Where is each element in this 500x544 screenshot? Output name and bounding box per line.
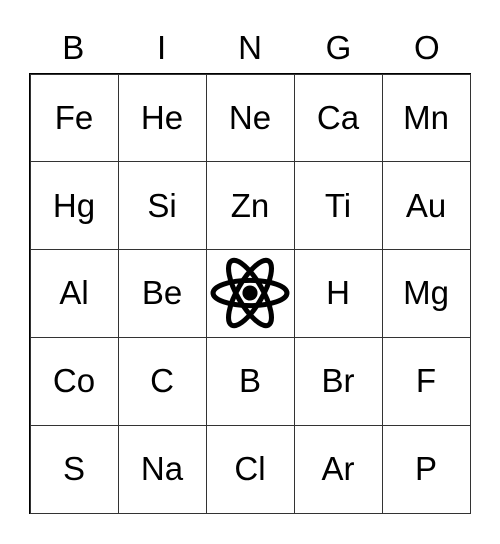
bingo-header: B I N G O — [29, 26, 471, 70]
header-letter-b: B — [62, 29, 85, 66]
bingo-cell[interactable]: H — [293, 249, 383, 338]
bingo-cell[interactable]: Al — [29, 249, 119, 338]
bingo-cell[interactable]: S — [29, 424, 119, 514]
bingo-card: Fe He Ne Ca Mn Hg Si Zn Ti Au Al Be H Mg Co C B Br F S Na Cl A… — [29, 73, 471, 514]
header-letter-o: O — [413, 29, 440, 66]
bingo-cell[interactable]: Mg — [381, 249, 471, 338]
bingo-cell[interactable]: Cl — [205, 424, 295, 514]
bingo-cell[interactable]: Si — [117, 161, 207, 251]
bingo-cell[interactable]: F — [381, 336, 471, 426]
bingo-cell[interactable]: Be — [117, 249, 207, 338]
bingo-cell[interactable]: Na — [117, 424, 207, 514]
bingo-cell[interactable]: B — [205, 336, 295, 426]
bingo-cell[interactable]: Zn — [205, 161, 295, 251]
bingo-cell[interactable]: Ar — [293, 424, 383, 514]
bingo-cell[interactable]: P — [381, 424, 471, 514]
header-letter-n: N — [238, 29, 262, 66]
header-letter-i: I — [157, 29, 167, 66]
bingo-cell[interactable]: Mn — [381, 73, 471, 163]
atom-icon — [210, 258, 290, 329]
free-space-cell[interactable] — [205, 249, 295, 338]
bingo-cell[interactable]: Hg — [29, 161, 119, 251]
bingo-cell[interactable]: Br — [293, 336, 383, 426]
bingo-cell[interactable]: Ne — [205, 73, 295, 163]
bingo-cell[interactable]: He — [117, 73, 207, 163]
bingo-cell[interactable]: Co — [29, 336, 119, 426]
bingo-cell[interactable]: C — [117, 336, 207, 426]
header-letter-g: G — [325, 29, 352, 66]
bingo-cell[interactable]: Fe — [29, 73, 119, 163]
bingo-cell[interactable]: Ca — [293, 73, 383, 163]
bingo-cell[interactable]: Ti — [293, 161, 383, 251]
bingo-cell[interactable]: Au — [381, 161, 471, 251]
